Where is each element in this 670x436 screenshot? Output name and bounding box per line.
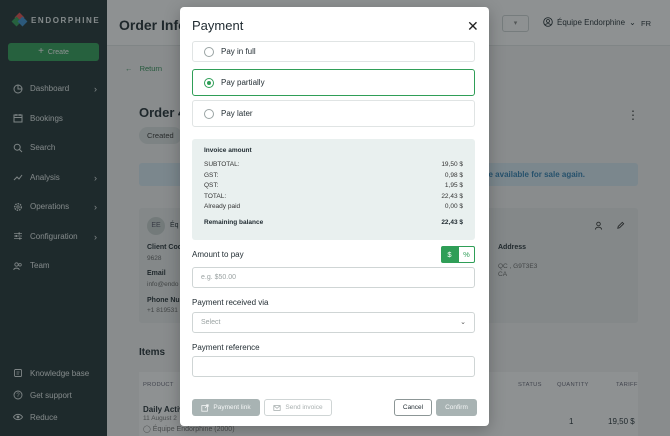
- reference-label: Payment reference: [192, 343, 260, 352]
- toggle-dollar[interactable]: $: [441, 246, 458, 263]
- option-pay-partially[interactable]: Pay partially: [192, 69, 475, 96]
- invoice-value: 0,98 $: [444, 171, 463, 179]
- remaining-value: 22,43 $: [441, 219, 463, 226]
- radio-checked[interactable]: [204, 77, 214, 88]
- invoice-heading: Invoice amount: [204, 147, 252, 154]
- invoice-row-total: TOTAL: 22,43 $: [204, 193, 463, 200]
- toggle-percent[interactable]: %: [458, 246, 475, 263]
- invoice-label: SUBTOTAL:: [204, 161, 240, 168]
- received-via-label: Payment received via: [192, 298, 269, 307]
- select-placeholder: Select: [201, 319, 221, 326]
- close-icon[interactable]: ✕: [467, 19, 479, 33]
- invoice-label: Already paid: [204, 203, 241, 210]
- option-pay-in-full[interactable]: Pay in full: [192, 41, 475, 62]
- radio-unchecked[interactable]: [204, 108, 214, 119]
- received-via-select[interactable]: Select ⌄: [192, 312, 475, 333]
- send-invoice-label: Send invoice: [285, 404, 323, 411]
- payment-link-button[interactable]: Payment link: [192, 399, 260, 416]
- invoice-row-qst: QST: 1,95 $: [204, 182, 463, 189]
- payment-link-label: Payment link: [213, 404, 251, 411]
- reference-input[interactable]: [192, 356, 475, 377]
- invoice-row-already-paid: Already paid 0,00 $: [204, 203, 463, 210]
- option-label: Pay later: [221, 109, 253, 118]
- option-pay-later[interactable]: Pay later: [192, 100, 475, 127]
- invoice-row-subtotal: SUBTOTAL: 19,50 $: [204, 161, 463, 168]
- option-label: Pay in full: [221, 47, 256, 56]
- invoice-row-gst: GST: 0,98 $: [204, 172, 463, 179]
- invoice-label: QST:: [204, 182, 219, 189]
- payment-modal: Payment ✕ Pay in full Pay partially Pay …: [180, 7, 489, 426]
- invoice-label: GST:: [204, 171, 219, 179]
- invoice-value: 0,00 $: [444, 203, 463, 210]
- invoice-summary: Invoice amount SUBTOTAL: 19,50 $ GST: 0,…: [192, 139, 475, 240]
- invoice-value: 19,50 $: [441, 161, 463, 168]
- chevron-down-icon: ⌄: [460, 319, 466, 326]
- invoice-value: 1,95 $: [444, 182, 463, 189]
- confirm-button[interactable]: Confirm: [436, 399, 477, 416]
- remaining-label: Remaining balance: [204, 219, 264, 226]
- mail-icon: [273, 404, 281, 411]
- radio-unchecked[interactable]: [204, 46, 214, 57]
- option-label: Pay partially: [221, 78, 265, 87]
- external-link-icon: [201, 403, 209, 412]
- modal-title: Payment: [192, 18, 244, 33]
- amount-type-toggle: $ %: [441, 246, 475, 263]
- invoice-label: TOTAL:: [204, 192, 227, 200]
- cancel-button[interactable]: Cancel: [394, 399, 432, 416]
- invoice-row-remaining: Remaining balance 22,43 $: [204, 219, 463, 226]
- send-invoice-button[interactable]: Send invoice: [264, 399, 332, 416]
- invoice-value: 22,43 $: [441, 192, 463, 200]
- amount-input[interactable]: e.g. $50.00: [192, 267, 475, 288]
- amount-label: Amount to pay: [192, 250, 244, 259]
